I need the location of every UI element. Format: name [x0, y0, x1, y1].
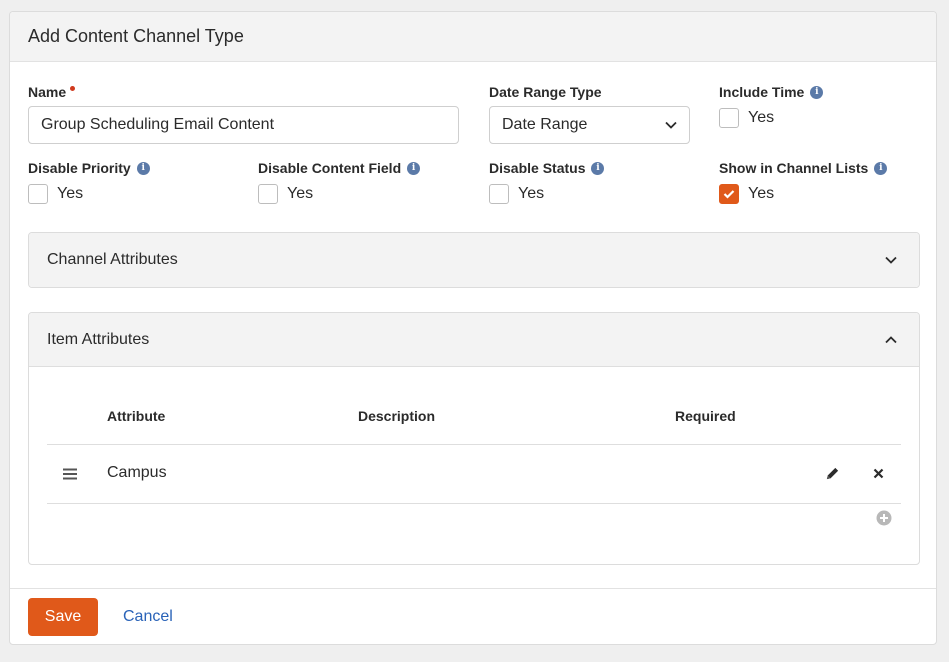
info-icon[interactable]: i — [407, 161, 421, 175]
disable-priority-label-text: Disable Priority — [28, 160, 131, 176]
chevron-down-icon[interactable] — [885, 256, 897, 264]
table-divider — [47, 503, 901, 504]
name-label: Name — [28, 84, 76, 100]
panel-header: Add Content Channel Type — [10, 12, 936, 62]
drag-handle-icon[interactable] — [63, 468, 77, 480]
include-time-label-text: Include Time — [719, 84, 805, 100]
checkbox-label: Yes — [287, 185, 314, 202]
channel-attributes-header[interactable]: Channel Attributes — [29, 233, 919, 287]
include-time-checkbox[interactable]: Yes — [719, 108, 774, 128]
checkbox-label: Yes — [518, 185, 545, 202]
show-in-channel-lists-label: Show in Channel Lists i — [719, 160, 888, 176]
info-icon[interactable]: i — [810, 85, 824, 99]
date-range-type-label-text: Date Range Type — [489, 84, 602, 100]
checkbox-box[interactable] — [28, 184, 48, 204]
chevron-down-icon — [665, 121, 677, 129]
date-range-type-label: Date Range Type — [489, 84, 602, 100]
disable-priority-checkbox[interactable]: Yes — [28, 184, 83, 204]
disable-content-field-label-text: Disable Content Field — [258, 160, 402, 176]
item-attributes-section: Item Attributes Attribute Description Re… — [28, 312, 920, 565]
column-header-attribute: Attribute — [107, 408, 166, 424]
add-content-channel-type-panel: Add Content Channel Type Name Group Sche… — [9, 11, 937, 645]
checkbox-label: Yes — [748, 109, 775, 126]
add-attribute-icon[interactable] — [876, 510, 892, 526]
footer-divider — [10, 588, 936, 589]
disable-status-label-text: Disable Status — [489, 160, 586, 176]
save-button[interactable]: Save — [28, 598, 98, 636]
chevron-up-icon[interactable] — [885, 335, 897, 344]
checkbox-box[interactable] — [258, 184, 278, 204]
page-title: Add Content Channel Type — [28, 26, 244, 46]
info-icon[interactable]: i — [136, 161, 150, 175]
show-in-channel-lists-label-text: Show in Channel Lists — [719, 160, 869, 176]
info-icon[interactable]: i — [591, 161, 605, 175]
include-time-label: Include Time i — [719, 84, 824, 100]
column-header-required: Required — [675, 408, 736, 424]
show-in-channel-lists-checkbox[interactable]: Yes — [719, 184, 774, 204]
attribute-name: Campus — [107, 464, 167, 481]
disable-content-field-label: Disable Content Field i — [258, 160, 421, 176]
item-attributes-header[interactable]: Item Attributes — [29, 313, 919, 367]
checkbox-box[interactable] — [719, 108, 739, 128]
checkmark-icon — [723, 190, 735, 199]
info-icon[interactable]: i — [874, 161, 888, 175]
section-title: Item Attributes — [47, 330, 150, 348]
checkbox-box[interactable] — [489, 184, 509, 204]
checkbox-label: Yes — [57, 185, 84, 202]
table-row: Campus — [47, 445, 901, 503]
section-title: Channel Attributes — [47, 251, 178, 268]
disable-priority-label: Disable Priority i — [28, 160, 150, 176]
checkbox-label: Yes — [748, 185, 775, 202]
close-icon[interactable] — [873, 468, 884, 479]
disable-status-label: Disable Status i — [489, 160, 605, 176]
pencil-icon[interactable] — [825, 466, 840, 481]
name-label-text: Name — [28, 84, 67, 100]
channel-attributes-section: Channel Attributes — [28, 232, 920, 288]
disable-content-field-checkbox[interactable]: Yes — [258, 184, 313, 204]
disable-status-checkbox[interactable]: Yes — [489, 184, 544, 204]
cancel-button[interactable]: Cancel — [123, 598, 173, 636]
column-header-description: Description — [358, 408, 436, 424]
name-input[interactable]: Group Scheduling Email Content — [28, 106, 459, 144]
required-indicator-icon — [70, 85, 76, 91]
date-range-type-value: Date Range — [502, 116, 588, 133]
checkbox-box-checked[interactable] — [719, 184, 739, 204]
date-range-type-select[interactable]: Date Range — [489, 106, 690, 144]
